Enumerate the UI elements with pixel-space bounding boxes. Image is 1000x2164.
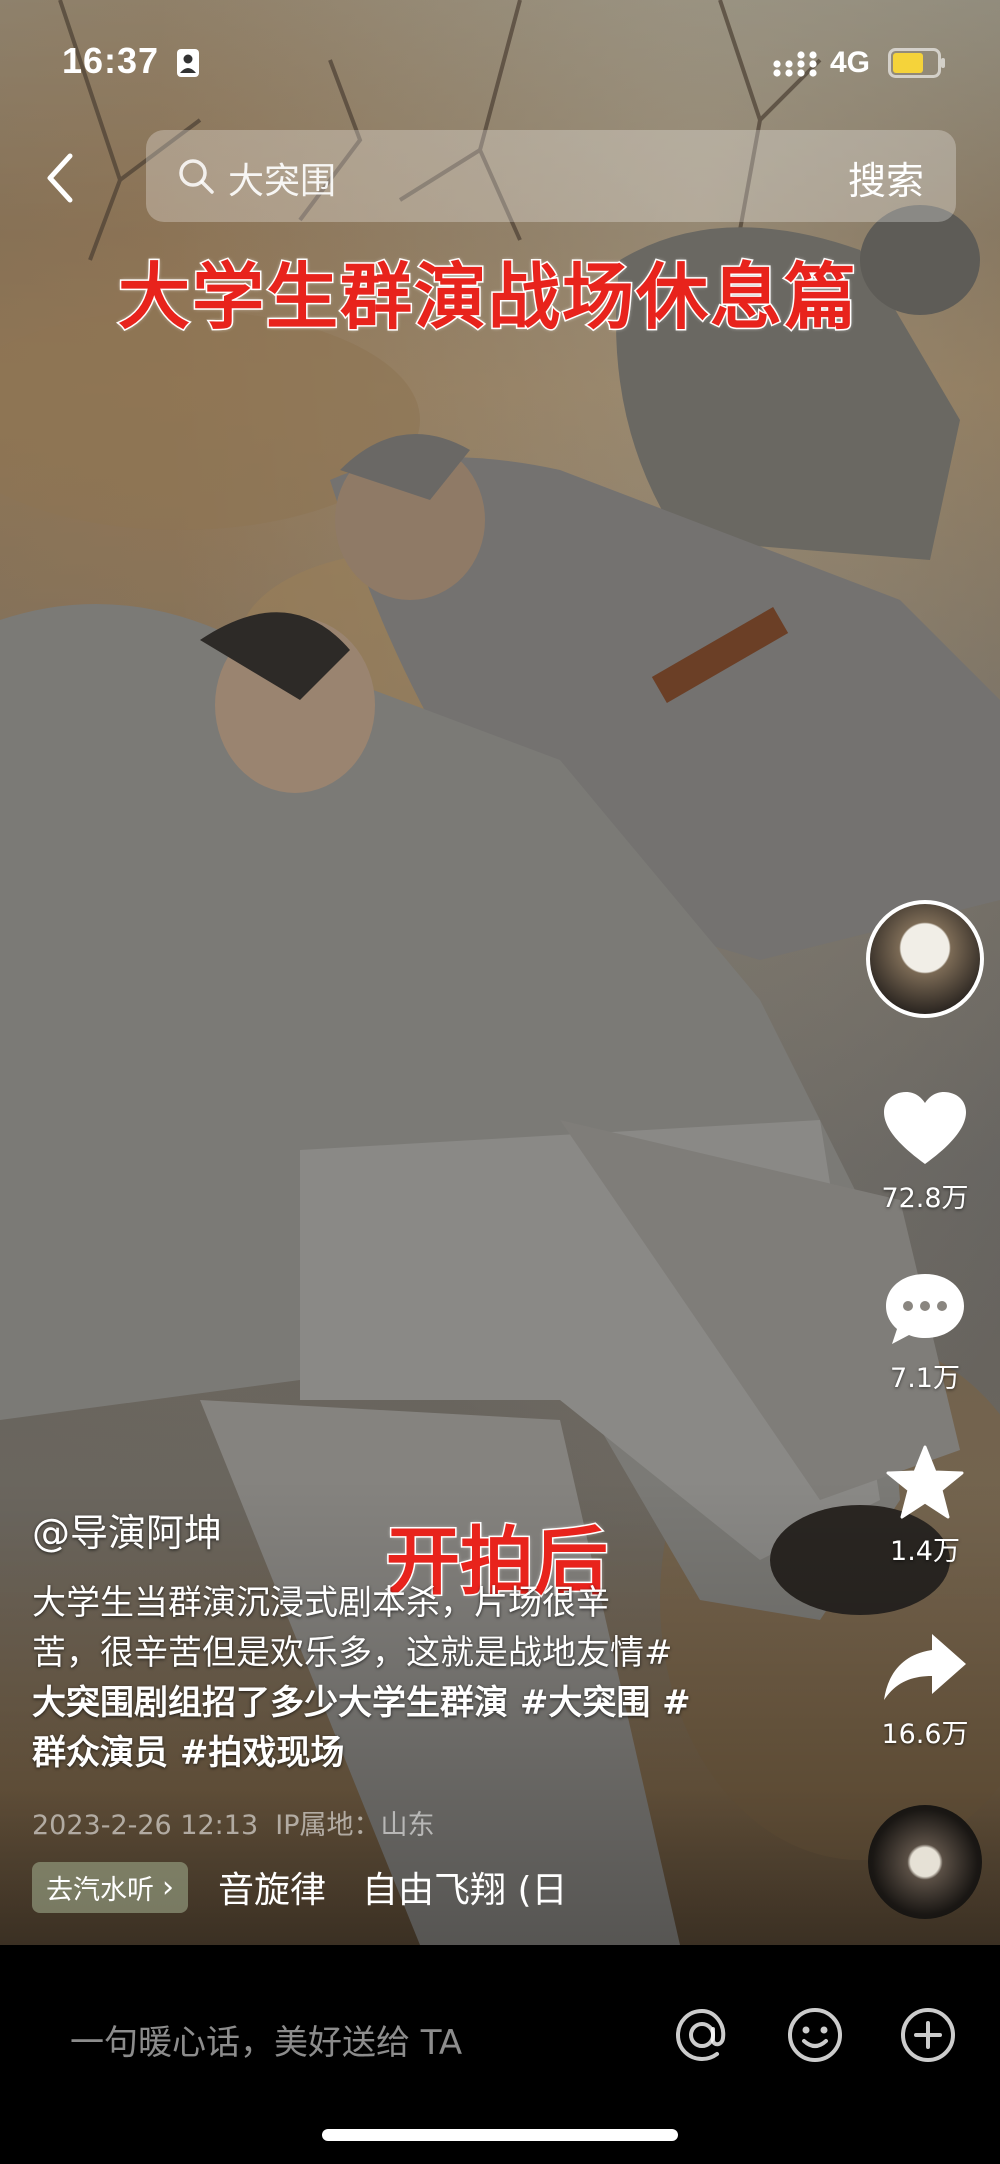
person-icon — [177, 49, 199, 77]
battery-icon — [888, 48, 945, 78]
at-mention-icon[interactable] — [672, 2005, 732, 2065]
video-title-overlay: 大学生群演战场休息篇 — [116, 254, 859, 341]
description-line: 苦，很辛苦但是欢乐多，这就是战地友情# — [32, 1633, 673, 1673]
back-button[interactable] — [36, 148, 84, 208]
search-input[interactable]: 大突围 搜索 — [146, 130, 956, 222]
plus-icon[interactable] — [898, 2005, 958, 2065]
author-name[interactable]: @导演阿坤 — [32, 1502, 222, 1557]
comment-button[interactable]: 7.1万 — [860, 1270, 990, 1395]
screen: 16:37 4G 大突围 搜索 大学生群演战场休息篇 开拍后 72.8万 7.1… — [0, 0, 1000, 2164]
search-button[interactable]: 搜索 — [848, 150, 924, 205]
author-avatar[interactable] — [866, 900, 984, 1018]
comment-count: 7.1万 — [890, 1363, 960, 1394]
star-icon — [886, 1445, 964, 1519]
heart-icon — [884, 1092, 966, 1164]
share-arrow-icon — [884, 1634, 966, 1700]
home-indicator[interactable] — [322, 2129, 678, 2141]
comment-icon — [886, 1274, 964, 1344]
music-title[interactable]: 音旋律 自由飞翔 (日 — [218, 1861, 608, 1913]
emoji-icon[interactable] — [785, 2005, 845, 2065]
status-time: 16:37 — [62, 40, 160, 81]
music-disc[interactable] — [868, 1805, 982, 1919]
share-button[interactable]: 16.6万 — [860, 1632, 990, 1751]
ip-location: IP属地：山东 — [275, 1810, 435, 1841]
search-query-text: 大突围 — [228, 161, 337, 202]
listen-in-qishui-tag[interactable]: 去汽水听 › — [32, 1861, 188, 1913]
share-count: 16.6万 — [881, 1719, 969, 1750]
favorite-button[interactable]: 1.4万 — [860, 1445, 990, 1568]
description-line: 大学生当群演沉浸式剧本杀，片场很辛 — [32, 1583, 610, 1623]
search-icon — [179, 159, 214, 194]
network-type: 4G — [830, 46, 871, 79]
description-hashtag-line[interactable]: 大突围剧组招了多少大学生群演 #大突围 # — [32, 1678, 752, 1728]
music-tag-label: 去汽水听 — [46, 1874, 154, 1906]
comment-input[interactable]: 一句暖心话，美好送给 TA — [70, 2015, 462, 2064]
signal-icon — [773, 51, 817, 77]
favorite-count: 1.4万 — [890, 1536, 960, 1567]
comment-bar: 一句暖心话，美好送给 TA — [0, 1945, 1000, 2164]
post-date: 2023-2-26 12:13 — [32, 1810, 259, 1841]
status-bar: 16:37 4G — [0, 0, 1000, 125]
post-meta: 2023-2-26 12:13 IP属地：山东 — [32, 1803, 435, 1842]
chevron-right-icon: › — [162, 1869, 174, 1905]
like-count: 72.8万 — [881, 1183, 969, 1214]
like-button[interactable]: 72.8万 — [860, 1090, 990, 1215]
video-description: 大学生当群演沉浸式剧本杀，片场很辛 苦，很辛苦但是欢乐多，这就是战地友情# 大突… — [32, 1578, 752, 1778]
music-row[interactable]: 去汽水听 › 音旋律 自由飞翔 (日 — [32, 1861, 608, 1913]
description-hashtag-line[interactable]: 群众演员 #拍戏现场 — [32, 1728, 752, 1778]
